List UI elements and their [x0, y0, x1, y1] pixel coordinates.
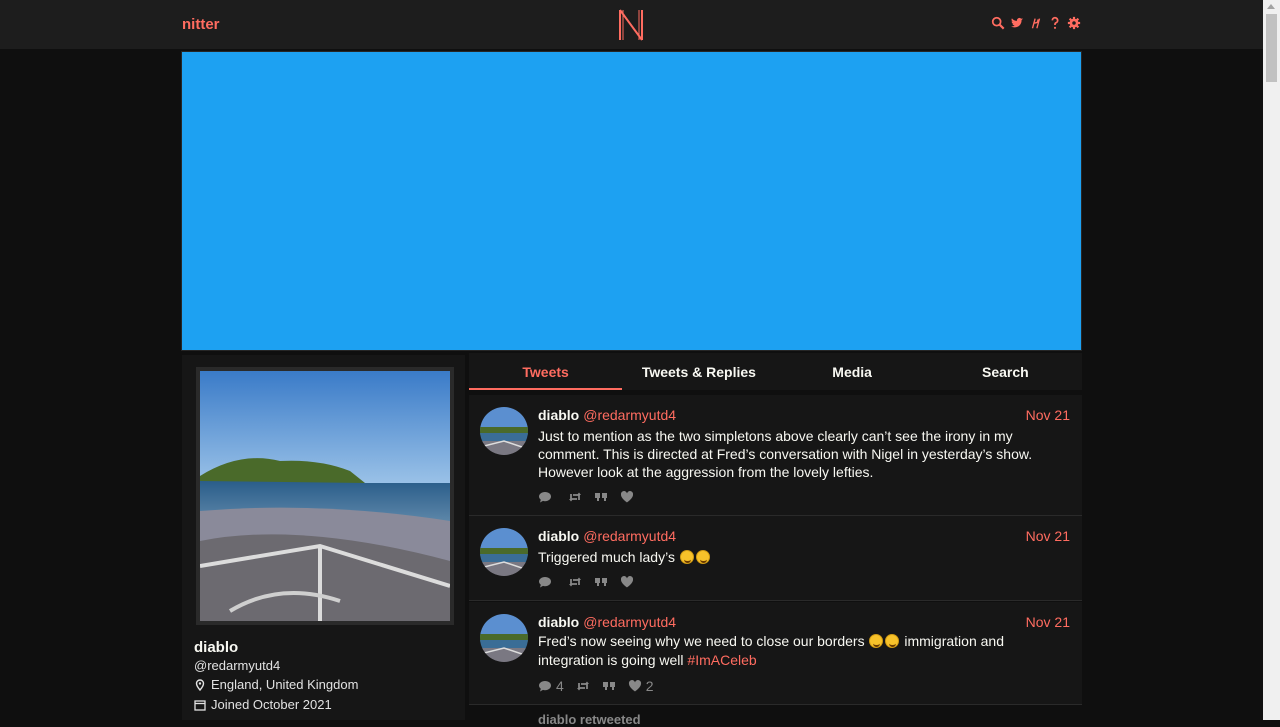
tab-media[interactable]: Media — [776, 353, 929, 390]
nitter-logo-icon[interactable] — [617, 8, 645, 42]
location-pin-icon — [195, 678, 205, 691]
profile-location: England, United Kingdom — [194, 677, 358, 692]
reply-stat — [538, 575, 556, 589]
tweet-stats — [538, 490, 638, 504]
tweet[interactable]: diablo @redarmyutd4 Nov 21 Triggered much… — [469, 516, 1082, 601]
like-stat — [620, 490, 638, 504]
retweet-stat — [568, 575, 582, 589]
tweet-stats — [538, 575, 638, 589]
retweet-icon — [576, 681, 589, 691]
heart-icon — [628, 680, 641, 692]
quote-stat — [602, 679, 616, 693]
tweet-avatar[interactable] — [480, 407, 528, 455]
retweet-stat — [568, 490, 582, 504]
profile-card: diablo @redarmyutd4 England, United King… — [182, 355, 465, 720]
scroll-up-arrow-icon[interactable] — [1267, 4, 1275, 9]
profile-avatar[interactable] — [196, 367, 454, 625]
tweet[interactable]: diablo @redarmyutd4 Nov 21 Just to mentio… — [469, 395, 1082, 516]
tweet-stats: 4 2 — [538, 678, 654, 694]
profile-banner[interactable] — [181, 51, 1082, 351]
quote-stat — [594, 575, 608, 589]
quote-icon — [595, 493, 607, 501]
tweet-content: Triggered much lady’s — [538, 548, 1048, 566]
tweet-fullname[interactable]: diablo — [538, 614, 579, 630]
navbar: nitter — [0, 0, 1263, 50]
tweet-date[interactable]: Nov 21 — [1026, 614, 1070, 630]
calendar-icon — [194, 699, 206, 711]
rofl-emoji-icon — [885, 634, 900, 648]
help-icon[interactable] — [1048, 15, 1062, 31]
tab-tweets[interactable]: Tweets — [469, 353, 623, 390]
like-stat: 2 — [628, 678, 654, 694]
heart-icon — [620, 576, 634, 588]
twitter-bird-icon[interactable] — [1010, 15, 1024, 31]
profile-joined: Joined October 2021 — [194, 697, 332, 712]
comment-icon — [539, 492, 551, 503]
page-scrollbar[interactable] — [1263, 0, 1280, 720]
profile-location-text: England, United Kingdom — [211, 677, 359, 692]
quote-icon — [595, 578, 607, 586]
rofl-emoji-icon — [869, 634, 884, 648]
like-count: 2 — [645, 678, 654, 694]
search-icon[interactable] — [991, 15, 1005, 31]
tweet-header: diablo @redarmyutd4 — [538, 614, 676, 630]
reply-stat — [538, 490, 556, 504]
tab-tweets-replies[interactable]: Tweets & Replies — [622, 353, 775, 390]
tweet-date[interactable]: Nov 21 — [1026, 407, 1070, 423]
tweet-content: Fred’s now seeing why we need to close o… — [538, 633, 1004, 668]
tweet-content: Just to mention as the two simpletons ab… — [538, 428, 1033, 480]
quote-icon — [602, 682, 615, 690]
profile-username[interactable]: @redarmyutd4 — [194, 658, 280, 673]
rss-icon[interactable] — [1029, 15, 1043, 31]
tweet-date[interactable]: Nov 21 — [1026, 528, 1070, 544]
tweet-fullname[interactable]: diablo — [538, 528, 579, 544]
tweet-fullname[interactable]: diablo — [538, 407, 579, 423]
rofl-emoji-icon — [695, 550, 710, 564]
nitter-home-link[interactable]: nitter — [182, 16, 220, 33]
reply-stat: 4 — [538, 678, 564, 694]
hashtag-link[interactable]: #ImACeleb — [687, 652, 756, 668]
like-stat — [620, 575, 638, 589]
settings-gear-icon[interactable] — [1067, 15, 1081, 31]
timeline-tabs: Tweets Tweets & Replies Media Search — [469, 353, 1082, 390]
retweet-stat — [576, 679, 590, 693]
tweet-username[interactable]: @redarmyutd4 — [583, 528, 676, 544]
quote-stat — [594, 490, 608, 504]
retweet-icon — [569, 492, 581, 502]
tab-search[interactable]: Search — [929, 353, 1082, 390]
retweet-icon — [569, 577, 581, 587]
tweet-header: diablo @redarmyutd4 — [538, 407, 676, 423]
profile-fullname: diablo — [194, 639, 239, 656]
tweet-username[interactable]: @redarmyutd4 — [583, 407, 676, 423]
comment-icon — [539, 681, 551, 692]
tweet-avatar[interactable] — [480, 614, 528, 662]
tweet[interactable]: diablo @redarmyutd4 Nov 21 Fred’s now see… — [469, 602, 1082, 705]
tweet-avatar[interactable] — [480, 528, 528, 576]
profile-joined-text: Joined October 2021 — [211, 697, 332, 712]
heart-icon — [620, 491, 634, 503]
tweet-header: diablo @redarmyutd4 — [538, 528, 676, 544]
scrollbar-thumb[interactable] — [1266, 14, 1277, 82]
nav-icons — [991, 15, 1081, 31]
reply-count: 4 — [556, 678, 564, 694]
comment-icon — [539, 577, 551, 588]
rofl-emoji-icon — [679, 550, 694, 564]
tweet-username[interactable]: @redarmyutd4 — [583, 614, 676, 630]
